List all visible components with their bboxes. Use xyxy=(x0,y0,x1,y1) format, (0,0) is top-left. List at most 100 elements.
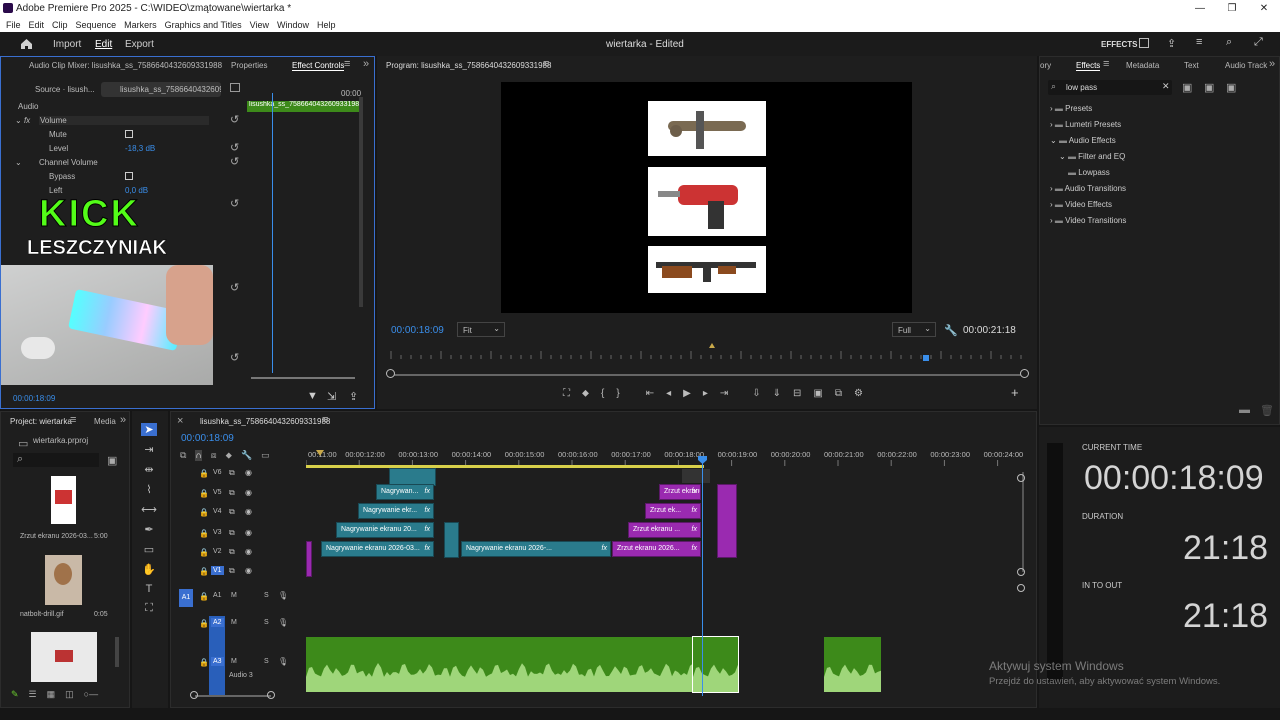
menu-view[interactable]: View xyxy=(250,18,269,32)
new-bin-icon[interactable]: ▬ xyxy=(1239,404,1250,416)
timeline-clip[interactable]: Nagrywan... fx xyxy=(376,484,434,500)
track-label-v6[interactable]: V6 xyxy=(211,468,224,477)
menu-markers[interactable]: Markers xyxy=(124,18,157,32)
timeline-settings-icon[interactable]: 🔧 xyxy=(241,450,252,461)
ec-scrollbar[interactable] xyxy=(359,97,363,307)
timeline-clip[interactable]: Zrzut ekranu 2026... fx xyxy=(612,541,701,557)
trim-icon[interactable]: ⊟ xyxy=(793,388,801,402)
reset-icon[interactable]: ↺ xyxy=(230,155,239,168)
microphone-icon[interactable]: 🎙 xyxy=(278,591,288,600)
clear-search-icon[interactable]: ✕ xyxy=(1162,81,1170,92)
pen-icon[interactable]: ✒ xyxy=(144,523,153,536)
sync-lock-icon[interactable]: ⧉ xyxy=(229,528,235,538)
slip-icon[interactable]: ⟷ xyxy=(141,503,157,516)
rectangle-icon[interactable]: ▭ xyxy=(144,543,154,556)
effect-folder[interactable]: › ▬ Audio Transitions xyxy=(1050,184,1126,193)
timeline-playhead[interactable] xyxy=(702,456,703,696)
mark-out-icon[interactable]: } xyxy=(616,388,619,402)
solo-track-button[interactable]: S xyxy=(264,619,269,626)
go-to-in-icon[interactable]: ⇤ xyxy=(646,388,654,402)
timeline-clip[interactable]: Nagrywanie ekranu 2026-03... fx xyxy=(321,541,434,557)
microphone-icon[interactable]: 🎙 xyxy=(278,618,288,627)
tab-audio-clip-mixer[interactable]: Audio Clip Mixer: lisushka_ss_7586640432… xyxy=(29,61,222,70)
camera-icon[interactable]: ▣ xyxy=(813,388,822,402)
minimize-button[interactable]: — xyxy=(1184,0,1216,18)
sync-lock-icon[interactable]: ⧉ xyxy=(229,488,235,498)
tab-audio-track[interactable]: Audio Track xyxy=(1225,61,1267,70)
reset-icon[interactable]: ↺ xyxy=(230,351,239,364)
audio-clip[interactable] xyxy=(692,636,739,693)
eye-icon[interactable]: ◉ xyxy=(245,507,252,516)
list-view-icon[interactable]: ☰ xyxy=(29,689,37,700)
fx-badge[interactable]: fx xyxy=(692,507,697,514)
freeform-view-icon[interactable]: ◫ xyxy=(65,689,74,700)
sync-lock-icon[interactable]: ⧉ xyxy=(229,468,235,478)
menu-edit[interactable]: Edit xyxy=(29,18,45,32)
zoom-handle-right[interactable] xyxy=(267,691,275,699)
level-value[interactable]: -18,3 dB xyxy=(125,144,155,153)
solo-track-button[interactable]: S xyxy=(264,658,269,665)
timeline-clip[interactable] xyxy=(444,522,459,558)
track-label-v1[interactable]: V1 xyxy=(211,566,224,575)
nest-icon[interactable]: ⧉ xyxy=(180,450,186,461)
panel-menu-icon[interactable]: ≡ xyxy=(322,414,328,426)
track-label-a1[interactable]: A1 xyxy=(211,591,224,600)
scroll-handle[interactable] xyxy=(1017,474,1025,482)
caption-icon[interactable]: ⛶ xyxy=(145,602,153,615)
panel-icon[interactable] xyxy=(1139,38,1149,48)
tab-effects[interactable]: Effects xyxy=(1076,61,1101,71)
share-icon[interactable]: ⇪ xyxy=(1167,37,1176,50)
thumb-drill-screenshot[interactable] xyxy=(51,476,76,524)
panel-menu-icon[interactable]: ≡ xyxy=(1103,58,1109,70)
play-icon[interactable]: ▶ xyxy=(683,388,691,402)
source-patch-a1[interactable]: A1 xyxy=(179,589,193,607)
menu-file[interactable]: File xyxy=(6,18,21,32)
expand-icon[interactable]: » xyxy=(1269,58,1275,70)
lock-icon[interactable]: 🔒 xyxy=(199,658,209,667)
settings-icon[interactable]: ⚙ xyxy=(854,388,863,402)
tab-properties[interactable]: Properties xyxy=(231,61,267,70)
tab-export[interactable]: Export xyxy=(125,39,154,50)
lock-icon[interactable]: 🔒 xyxy=(199,529,209,538)
sync-lock-icon[interactable]: ⧉ xyxy=(229,566,235,576)
lock-icon[interactable]: 🔒 xyxy=(199,489,209,498)
fx-badge[interactable]: fx xyxy=(692,488,697,495)
menu-graphics[interactable]: Graphics and Titles xyxy=(165,18,242,32)
chevron-down-icon[interactable]: ⌄ xyxy=(1050,136,1059,145)
fx-badge[interactable]: fx xyxy=(692,545,697,552)
filter-icon[interactable]: ▼ xyxy=(307,390,318,402)
lock-icon[interactable]: 🔒 xyxy=(199,567,209,576)
fx-badge[interactable]: fx xyxy=(425,526,430,533)
mute-track-button[interactable]: M xyxy=(231,619,237,626)
fx-badge[interactable]: fx xyxy=(425,507,430,514)
thumb-natbolt-gif[interactable] xyxy=(45,555,82,605)
eye-icon[interactable]: ◉ xyxy=(245,547,252,556)
pencil-icon[interactable]: ✎ xyxy=(11,689,19,700)
tab-library[interactable]: ory xyxy=(1040,61,1051,70)
insert-icon[interactable]: ⇩ xyxy=(752,388,760,402)
tab-import[interactable]: Import xyxy=(53,39,81,50)
video-scrollbar[interactable] xyxy=(1018,472,1024,572)
sync-lock-icon[interactable]: ⧉ xyxy=(229,547,235,557)
fullscreen-icon[interactable]: ⤢ xyxy=(1254,36,1263,49)
scroll-handle-left[interactable] xyxy=(386,369,395,378)
panel-menu-icon[interactable]: ≡ xyxy=(70,414,76,426)
type-icon[interactable]: T xyxy=(146,583,153,595)
effects-search-input[interactable]: ⌕ low pass ✕ xyxy=(1048,80,1172,95)
timeline-timecode[interactable]: 00:00:18:09 xyxy=(181,433,234,444)
toggle-timeline-icon[interactable] xyxy=(230,83,240,92)
fx-badge[interactable]: fx xyxy=(425,488,430,495)
captions-icon[interactable]: ▭ xyxy=(261,450,270,461)
icon-view-icon[interactable]: ▦ xyxy=(47,689,56,700)
close-button[interactable]: ✕ xyxy=(1248,0,1280,18)
fx-badge[interactable]: fx xyxy=(425,545,430,552)
track-label-v3[interactable]: V3 xyxy=(211,528,224,537)
zoom-handle-left[interactable] xyxy=(190,691,198,699)
panel-menu-icon[interactable]: ≡ xyxy=(543,58,549,70)
mute-track-button[interactable]: M xyxy=(231,592,237,599)
expand-icon[interactable]: » xyxy=(363,58,369,70)
program-title[interactable]: Program: lisushka_ss_7586640432609331988 xyxy=(386,61,551,70)
timeline-clip[interactable]: Zrzut ekranu 2...fx xyxy=(659,484,701,500)
track-label-v4[interactable]: V4 xyxy=(211,507,224,516)
reset-icon[interactable]: ↺ xyxy=(230,113,239,126)
